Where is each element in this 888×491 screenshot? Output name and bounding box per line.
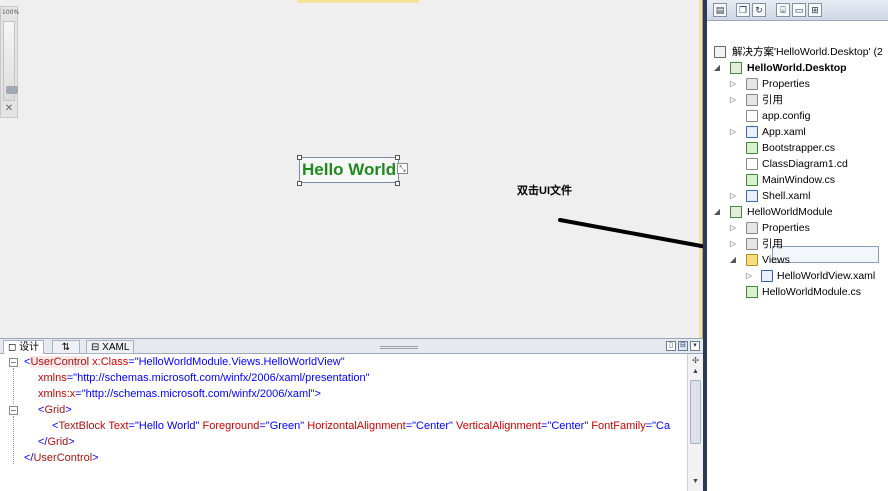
fold-guide [13,368,14,404]
horizontal-split-button[interactable]: ⊟ [678,341,688,351]
designer-top-accent [297,0,419,3]
editor-vertical-scrollbar[interactable]: ✣ ▲ ▼ [687,354,703,491]
expand-icon[interactable]: ▷ [728,220,738,236]
design-view-icon: ◻ [8,342,17,353]
swap-panes-icon: ⇅ [61,342,71,353]
zoom-slider-track[interactable] [3,21,18,101]
project-icon [730,62,742,74]
tree-item-label: app.config [762,110,811,122]
expand-icon[interactable]: ▷ [728,124,738,140]
code-line-3: xmlns:x="http://schemas.microsoft.com/wi… [38,388,321,400]
collapse-pane-button[interactable]: ▾ [690,341,700,351]
tree-item-label: Views [762,254,790,266]
code-line-6: </Grid> [38,436,75,448]
solution-explorer-toolbar: ▤ ❐ ↻ ⌸ ▭ ⊞ [707,0,888,21]
designer-split-bar: ◻ 设计 ⇅ ⊟ XAML ▯ ⊟ ▾ [0,338,703,354]
tree-item-label: Shell.xaml [762,190,811,202]
collapse-usercontrol-icon[interactable]: − [9,358,18,367]
tree-item-label: Properties [762,78,810,90]
code-line-1: <UserControl x:Class="HelloWorldModule.V… [24,356,345,368]
expand-icon[interactable]: ▷ [728,92,738,108]
config-file-icon [746,110,758,122]
project-icon [730,206,742,218]
zoom-fit-icon[interactable]: ✕ [3,103,15,115]
tab-design[interactable]: ◻ 设计 [3,340,45,354]
view-designer-icon[interactable]: ▭ [792,3,806,17]
resize-handle-top-left[interactable] [297,155,302,160]
collapse-icon[interactable]: ◢ [728,252,738,268]
properties-icon[interactable]: ▤ [713,3,727,17]
zoom-level-label: 100% [2,9,20,16]
expand-icon[interactable]: ▷ [728,236,738,252]
expand-icon[interactable]: ▷ [744,268,754,284]
annotation-label: 双击UI文件 [517,185,572,197]
refresh-icon[interactable]: ↻ [752,3,766,17]
xaml-file-icon [761,270,773,282]
folder-open-icon [746,254,758,266]
references-icon [746,238,758,250]
tab-xaml-label: XAML [102,342,130,353]
zoom-control[interactable]: 100% ✕ [0,6,20,118]
tree-item-label: Properties [762,222,810,234]
resize-handle-bottom-left[interactable] [297,181,302,186]
zoom-slider-thumb[interactable] [6,86,18,94]
code-line-2: xmlns="http://schemas.microsoft.com/winf… [38,372,370,384]
tree-item-label: App.xaml [762,126,806,138]
references-icon [746,94,758,106]
cs-file-icon [746,286,758,298]
xaml-designer-surface[interactable]: 100% ✕ Hello World ⤡ 双击UI文件 [0,0,703,338]
tree-item-label: 引用 [762,238,783,250]
tree-item-label: MainWindow.cs [762,174,835,186]
hello-world-textblock[interactable]: Hello World [299,157,399,183]
resize-handle-top-right[interactable] [395,155,400,160]
resize-handle-bottom-right[interactable] [395,181,400,186]
tree-item-label: 解决方案'HelloWorld.Desktop' (2 [732,46,883,58]
code-line-4: <Grid> [38,404,72,416]
scroll-down-icon[interactable]: ▼ [690,478,701,487]
properties-folder-icon [746,222,758,234]
class-diagram-icon[interactable]: ⊞ [808,3,822,17]
split-editor-icon[interactable]: ✣ [690,356,701,366]
expand-icon[interactable]: ▷ [728,76,738,92]
xaml-file-icon [746,126,758,138]
fold-guide [13,416,14,464]
tree-item-label: HelloWorldModule [747,206,833,218]
tree-item-label: 引用 [762,94,783,106]
tree-item-label: HelloWorldView.xaml [777,270,876,282]
designer-right-accent [699,0,702,338]
collapse-icon[interactable]: ◢ [712,204,722,220]
expand-icon[interactable]: ▷ [728,188,738,204]
view-code-icon[interactable]: ⌸ [776,3,790,17]
xaml-file-icon [746,190,758,202]
cs-file-icon [746,174,758,186]
element-adorner-icon[interactable]: ⤡ [397,163,408,174]
properties-folder-icon [746,78,758,90]
collapse-icon[interactable]: ◢ [712,60,722,76]
tree-item-label: Bootstrapper.cs [762,142,835,154]
collapse-grid-icon[interactable]: − [9,406,18,415]
tab-xaml[interactable]: ⊟ XAML [86,340,135,354]
xaml-code-editor[interactable]: − − <UserControl x:Class="HelloWorldModu… [0,354,703,491]
tree-item-label: ClassDiagram1.cd [762,158,848,170]
code-line-5: <TextBlock Text="Hello World" Foreground… [52,420,671,432]
cs-file-icon [746,142,758,154]
tree-item-label: HelloWorld.Desktop [747,62,847,74]
xaml-view-icon: ⊟ [91,342,100,353]
solution-icon [714,46,726,58]
vertical-split-button[interactable]: ▯ [666,341,676,351]
outlining-gutter: − − [8,354,22,491]
swap-panes-button[interactable]: ⇅ [52,340,80,354]
code-line-7: </UserControl> [24,452,99,464]
scroll-up-icon[interactable]: ▲ [690,368,701,377]
splitter-grip[interactable] [380,346,418,349]
show-all-files-icon[interactable]: ❐ [736,3,750,17]
hello-world-text: Hello World [302,160,397,179]
tree-item-label: HelloWorldModule.cs [762,286,862,298]
tab-design-label: 设计 [19,342,40,353]
editor-scroll-thumb[interactable] [690,380,701,444]
class-diagram-file-icon [746,158,758,170]
